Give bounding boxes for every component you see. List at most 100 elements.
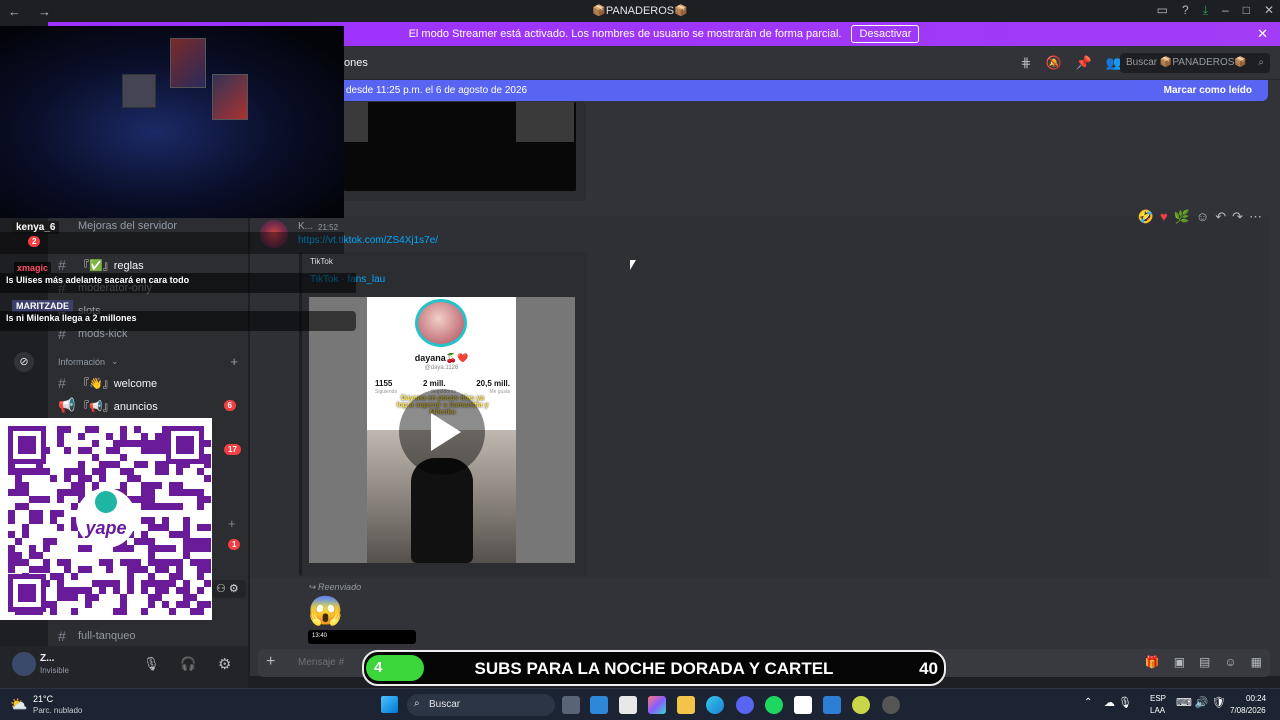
message-input[interactable]: Mensaje # [298,657,344,668]
deactivate-button[interactable]: Desactivar [851,25,920,43]
invite-settings-icons[interactable]: ⚇ ⚙ [212,580,246,598]
gift-icon[interactable]: 🎁 [1145,655,1160,669]
title-bar: ← → 📦PANADEROS📦 ▭ ? ⤓ – □ ✕ [0,0,1280,22]
close-banner-icon[interactable]: ✕ [1257,26,1268,42]
hash-icon: # [58,257,66,273]
hash-icon: # [58,628,66,644]
maximize-icon[interactable]: □ [1243,3,1250,18]
more-options-icon[interactable]: ⋯ [1249,209,1262,225]
headphones-icon[interactable]: 🎧 [180,656,196,672]
forward-icon[interactable]: ↷ [1232,209,1243,225]
emoji-icon[interactable]: ☺ [1224,655,1236,669]
chat-message: ls ni Milenka llega a 2 millones [0,311,356,331]
user-panel: Z... Invisible 🎙 🎧 ⚙ [0,646,248,688]
poster-image [212,74,248,120]
category-informacion[interactable]: Información ⌄ + [58,354,244,369]
goal-text: SUBS PARA LA NOCHE DORADA Y CARTEL [474,659,834,678]
apps-icon[interactable]: ▦ [1251,655,1262,669]
clock-date[interactable]: 7/08/2026 [1230,706,1266,715]
gif-icon[interactable]: ▣ [1174,655,1185,669]
mark-read-button[interactable]: Marcar como leído [1164,85,1252,96]
profile-name: dayana🍒❤️ [414,353,469,363]
app-icon[interactable] [852,696,870,714]
copilot-icon[interactable] [648,696,666,714]
laugh-reaction-icon[interactable]: 🤣 [1138,209,1154,225]
download-icon[interactable]: ⤓ [1203,3,1208,18]
channel-welcome[interactable]: # 『👋』welcome [58,375,244,391]
store-icon[interactable] [619,696,637,714]
tray-icons[interactable]: ☁ 🎙 [1104,696,1132,709]
add-channel-icon[interactable]: + [228,516,236,531]
plant-reaction-icon[interactable]: 🌿 [1174,209,1190,225]
add-reaction-icon[interactable]: ☺ [1196,209,1209,225]
subs-goal-banner: 4 SUBS PARA LA NOCHE DORADA Y CARTEL 40 [362,650,946,686]
forwarded-screenshot[interactable]: 13:40 [308,630,416,644]
heart-reaction-icon[interactable]: ♥ [1160,209,1168,225]
windows-taskbar: ⛅ 21°C Parc. nublado ⌕ Buscar ⌃ ☁ 🎙 ESP L… [0,688,1280,720]
chat-message: ls Ulises más adelante sacará en cara to… [0,273,356,293]
channel-reglas[interactable]: # 『✅』reglas [58,257,244,273]
search-input[interactable]: Buscar 📦PANADEROS📦 ⌕ [1120,53,1270,73]
settings-gear-icon[interactable]: ⚙ [218,655,231,673]
profile-picture [415,299,467,347]
previous-video-embed[interactable] [344,102,586,201]
weather-temp[interactable]: 21°C [33,694,53,704]
pin-icon[interactable]: 📌 [1076,55,1092,71]
edge-icon[interactable] [706,696,724,714]
notion-icon[interactable] [794,696,812,714]
channel-header: ones ⋕ 🔕 📌 👥 Buscar 📦PANADEROS📦 ⌕ [250,46,1280,80]
webcam-overlay [0,26,344,218]
discover-icon[interactable]: ⊘ [14,352,34,372]
inbox-icon[interactable]: ▭ [1157,3,1168,18]
help-icon[interactable]: ? [1182,3,1189,18]
clock-time[interactable]: 00:24 [1246,694,1266,703]
play-button-icon[interactable] [399,389,485,475]
microphone-icon[interactable]: 🎙 [143,656,160,672]
tray-chevron-icon[interactable]: ⌃ [1084,697,1092,708]
streamer-mode-text: El modo Streamer está activado. Los nomb… [408,28,842,40]
new-messages-text: desde 11:25 p.m. el 6 de agosto de 2026 [346,85,528,96]
hash-icon: # [58,375,66,391]
server-boost-item[interactable]: Mejoras del servidor [58,220,244,232]
notepad-icon[interactable] [590,696,608,714]
channel-anuncios[interactable]: 📢 『📢』anuncios 6 [58,397,244,414]
embed-provider: TikTok [310,257,333,266]
keyboard-layout[interactable]: LAA [1150,706,1165,715]
add-attachment-icon[interactable]: + [266,653,275,671]
reply-icon[interactable]: ↶ [1215,209,1226,225]
minimize-icon[interactable]: – [1222,3,1229,18]
video-thumbnail [344,102,576,191]
language-code[interactable]: ESP [1150,694,1166,703]
message-author[interactable]: K... [298,221,313,232]
channel-full-tanqueo[interactable]: # full-tanqueo [58,628,244,644]
mention-badge: 17 [224,444,241,455]
start-windows-icon[interactable] [381,696,398,713]
taskbar-search[interactable]: ⌕ Buscar [407,694,555,716]
goal-target: 40 [919,659,938,678]
new-messages-bar[interactable]: desde 11:25 p.m. el 6 de agosto de 2026 … [338,80,1268,101]
message-timestamp: 21:52 [318,223,339,232]
add-channel-icon[interactable]: + [230,354,238,369]
poster-image [170,38,206,88]
weather-icon[interactable]: ⛅ [10,696,27,713]
yape-qr-code: yape [0,418,212,620]
user-status: Invisible [40,666,69,675]
chat-row-bg [0,232,344,254]
discord-icon[interactable] [736,696,754,714]
weather-desc: Parc. nublado [33,706,83,715]
sticker-icon[interactable]: ▤ [1199,655,1210,669]
app-icon[interactable] [882,696,900,714]
threads-icon[interactable]: ⋕ [1021,55,1032,71]
task-view-icon[interactable] [562,696,580,714]
username[interactable]: Z... [40,653,54,664]
close-window-icon[interactable]: ✕ [1264,3,1274,18]
system-tray-icons[interactable]: ⌨ 🔊 🛡 [1176,696,1226,709]
avatar[interactable] [12,652,36,676]
search-icon: ⌕ [414,698,420,709]
photos-icon[interactable] [823,696,841,714]
tiktok-video[interactable]: dayana🍒❤️ @daya.1126 1155 2 mill. 20,5 mil… [309,297,575,563]
spotify-icon[interactable] [765,696,783,714]
mute-icon[interactable]: 🔕 [1045,55,1061,71]
file-explorer-icon[interactable] [677,696,695,714]
mention-badge: 6 [223,400,236,411]
